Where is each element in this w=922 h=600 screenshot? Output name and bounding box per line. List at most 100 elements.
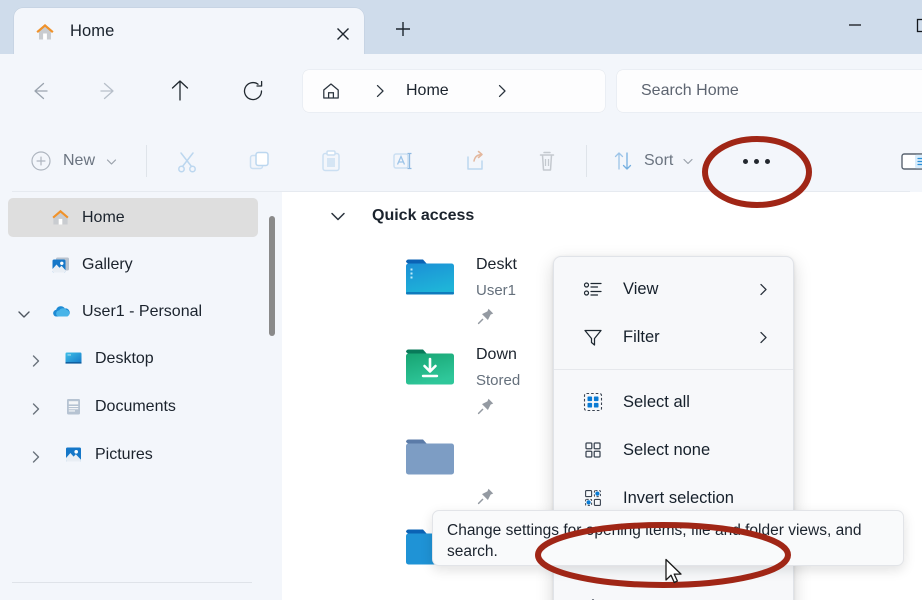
tab-home[interactable]: Home	[14, 8, 364, 54]
toolbar-divider	[146, 145, 147, 177]
menu-item-label: View	[623, 279, 659, 298]
menu-item-label: Filter	[623, 327, 660, 346]
home-icon	[34, 21, 56, 43]
details-pane-icon[interactable]	[893, 141, 922, 181]
menu-item-label: Invert selection	[623, 488, 734, 507]
sidebar-item-label: Gallery	[82, 255, 133, 273]
pin-icon	[476, 396, 496, 416]
dot	[764, 158, 770, 164]
refresh-icon[interactable]	[232, 70, 274, 112]
quick-access-group-header[interactable]: Quick access	[282, 192, 922, 240]
chevron-down-icon	[681, 154, 695, 168]
select-none-icon	[582, 439, 604, 461]
menu-item-filter[interactable]: Filter	[558, 313, 789, 361]
window-body: Home Search Home New Sort Home Gallery U…	[0, 54, 922, 600]
maximize-icon[interactable]	[908, 10, 922, 40]
sidebar-item-pictures[interactable]: Pictures	[8, 435, 258, 474]
tooltip: Change settings for opening items, file …	[432, 510, 904, 566]
sidebar-item-label: Desktop	[95, 349, 154, 367]
dot	[753, 158, 759, 164]
toolbar-divider	[586, 145, 587, 177]
address-bar-row: Home Search Home	[0, 54, 922, 130]
ellipsis-icon[interactable]	[735, 141, 777, 181]
chevron-right-icon	[371, 82, 389, 100]
sort-button-label: Sort	[644, 152, 674, 169]
new-button[interactable]: New	[22, 141, 127, 181]
breadcrumb-current[interactable]: Home	[406, 80, 449, 102]
scissors-icon[interactable]	[167, 141, 207, 181]
search-input[interactable]: Search Home	[617, 70, 922, 112]
title-bar: Home	[0, 0, 922, 54]
search-placeholder: Search Home	[641, 82, 739, 99]
arrow-right-icon[interactable]	[88, 70, 130, 112]
copy-icon[interactable]	[239, 141, 279, 181]
clipboard-icon[interactable]	[311, 141, 351, 181]
tab-title: Home	[70, 22, 115, 40]
home-icon	[50, 207, 71, 228]
plus-icon[interactable]	[386, 17, 420, 41]
trash-icon[interactable]	[527, 141, 567, 181]
menu-item-label: Select none	[623, 440, 711, 459]
dot	[742, 158, 748, 164]
tooltip-text: Change settings for opening items, file …	[447, 522, 862, 560]
downloads-folder-icon	[402, 344, 462, 396]
scrollbar-thumb[interactable]	[269, 216, 275, 336]
sort-arrows-icon	[611, 149, 635, 173]
sidebar-item-user1-personal[interactable]: User1 - Personal	[8, 292, 258, 331]
command-bar: New Sort	[0, 130, 922, 192]
breadcrumb[interactable]: Home	[303, 70, 605, 112]
menu-separator	[554, 369, 793, 370]
chevron-right-icon	[756, 282, 771, 297]
view-list-icon	[582, 278, 604, 300]
documents-folder-icon	[402, 434, 462, 486]
sidebar-item-gallery[interactable]: Gallery	[8, 245, 258, 284]
arrow-up-icon[interactable]	[159, 70, 201, 112]
menu-item-options[interactable]: Options	[558, 584, 789, 600]
minimize-icon[interactable]	[840, 10, 870, 40]
navigation-pane: Home Gallery User1 - Personal Desktop Do…	[0, 192, 282, 578]
file-explorer-window: Home Home Search Home New Sort Home Gall…	[0, 0, 922, 600]
menu-item-select-all[interactable]: Select all	[558, 378, 789, 426]
plus-circle-icon	[28, 148, 54, 174]
pictures-icon	[63, 444, 84, 465]
item-name: Down	[476, 346, 517, 363]
menu-item-select-none[interactable]: Select none	[558, 426, 789, 474]
desktop-folder-icon	[402, 254, 462, 306]
pin-icon	[476, 486, 496, 506]
item-subtitle: Stored	[476, 372, 521, 389]
sidebar-item-desktop[interactable]: Desktop	[8, 339, 258, 378]
share-icon[interactable]	[455, 141, 495, 181]
new-button-label: New	[63, 152, 96, 169]
sort-button[interactable]: Sort	[604, 141, 702, 181]
chevron-down-icon[interactable]	[326, 204, 350, 228]
group-label: Quick access	[372, 207, 475, 224]
select-all-icon	[582, 391, 604, 413]
desktop-icon	[63, 348, 84, 369]
sidebar-item-label: Home	[82, 208, 125, 226]
sidebar-scrollbar[interactable]	[266, 192, 277, 578]
sidebar-item-label: Documents	[95, 397, 176, 415]
documents-icon	[63, 396, 84, 417]
rename-icon[interactable]	[383, 141, 423, 181]
sidebar-divider	[12, 582, 252, 583]
onedrive-icon	[50, 301, 71, 322]
sidebar-item-home[interactable]: Home	[8, 198, 258, 237]
funnel-icon	[582, 326, 604, 348]
home-outline-icon[interactable]	[321, 81, 341, 101]
sidebar-item-documents[interactable]: Documents	[8, 387, 258, 426]
chevron-right-icon[interactable]	[493, 82, 511, 100]
menu-item-label: Options	[623, 597, 680, 600]
gallery-icon	[50, 254, 71, 275]
chevron-down-icon	[104, 154, 119, 169]
invert-selection-icon	[582, 487, 604, 509]
pin-icon	[476, 306, 496, 326]
item-name: Deskt	[476, 256, 517, 273]
item-subtitle: User1	[476, 282, 517, 299]
arrow-left-icon[interactable]	[18, 70, 60, 112]
menu-item-label: Select all	[623, 392, 690, 411]
menu-item-view[interactable]: View	[558, 265, 789, 313]
sidebar-item-label: User1 - Personal	[82, 302, 203, 320]
sidebar-item-label: Pictures	[95, 445, 153, 463]
close-icon[interactable]	[332, 23, 354, 45]
chevron-right-icon	[756, 330, 771, 345]
